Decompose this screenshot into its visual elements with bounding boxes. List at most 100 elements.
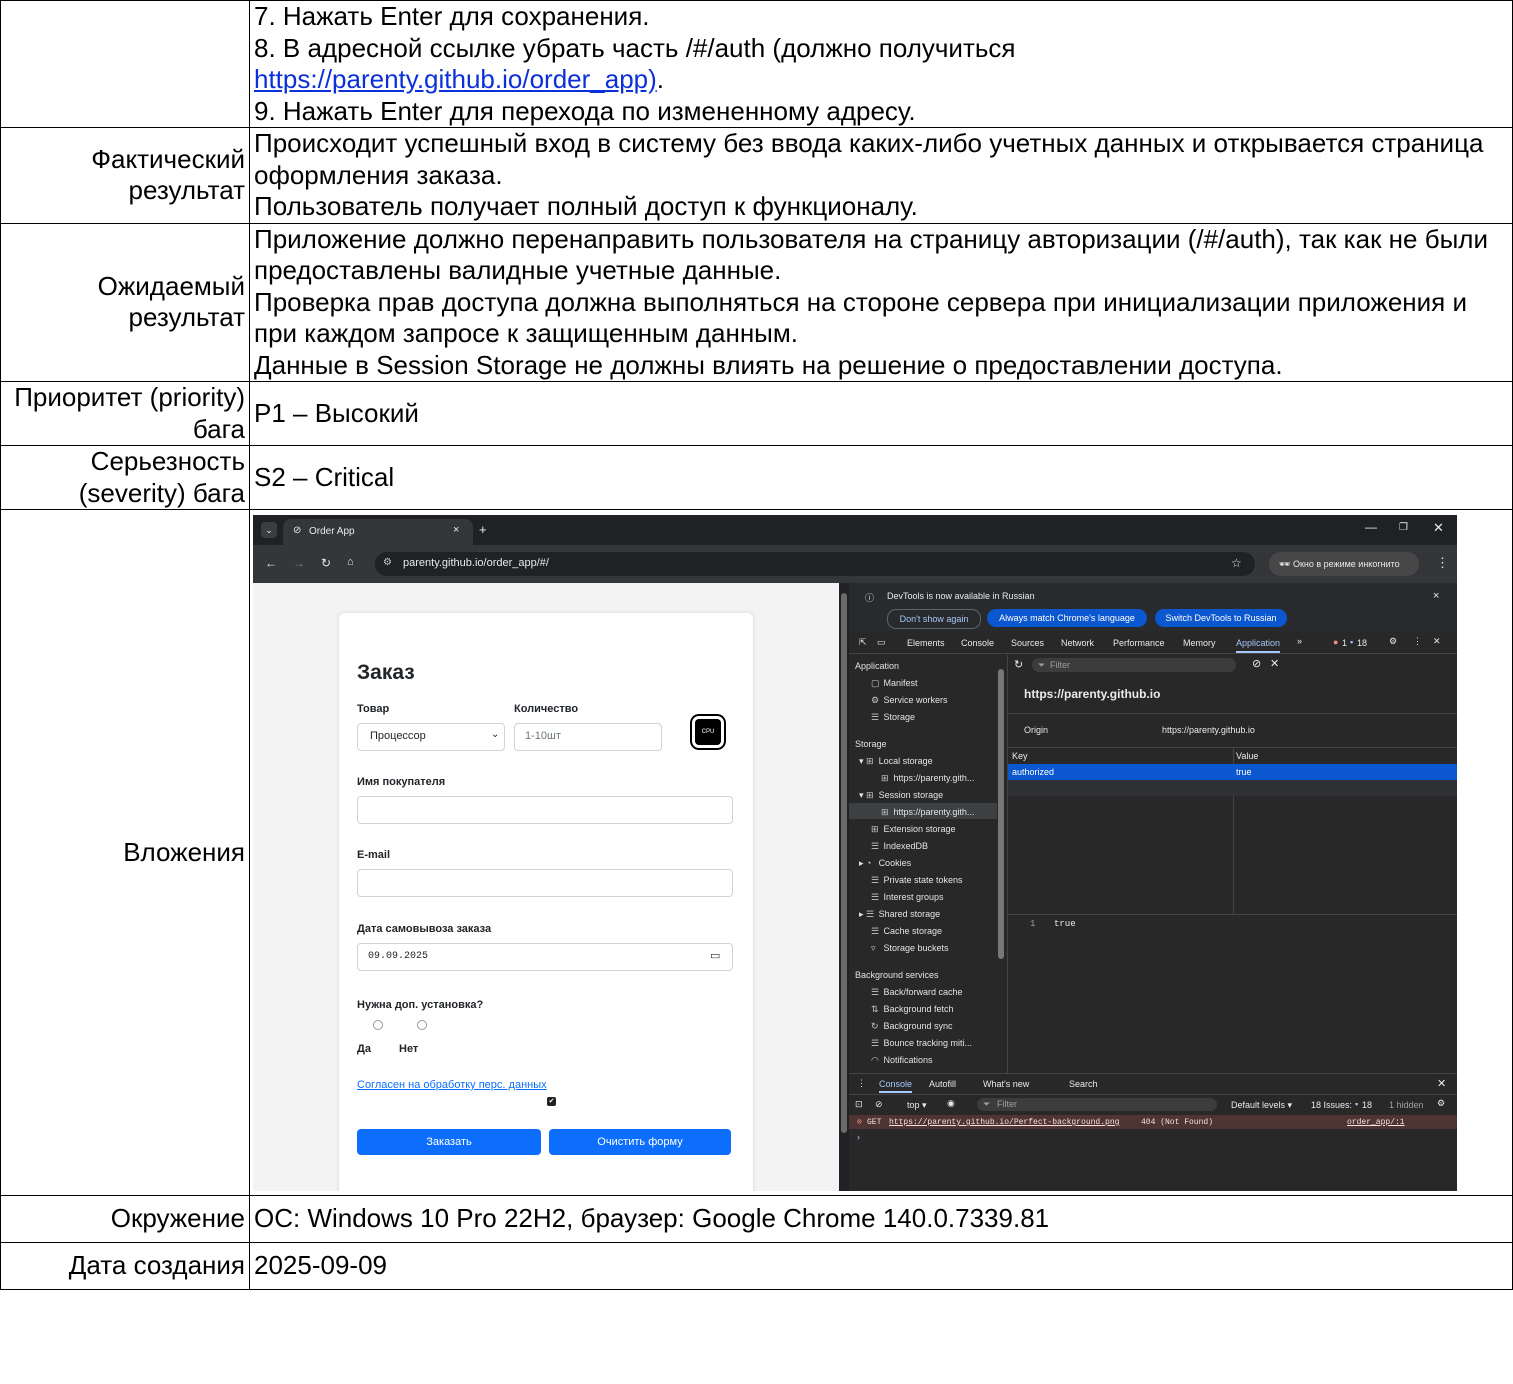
tree-shared-storage[interactable]: ▸ ☰ Shared storage xyxy=(859,909,940,920)
tree-local-storage[interactable]: ▾ ⊞ Local storage xyxy=(859,756,933,767)
tree-session-storage[interactable]: ▾ ⊞ Session storage xyxy=(859,790,943,801)
err-url[interactable]: https://parenty.github.io/Perfect-backgr… xyxy=(889,1118,1119,1127)
tree-bgfetch[interactable]: ⇅ Background fetch xyxy=(871,1004,954,1015)
reload-icon[interactable]: ↻ xyxy=(321,556,331,570)
tree-bfcache[interactable]: ☰ Back/forward cache xyxy=(871,987,963,998)
tree-interest-groups[interactable]: ☰ Interest groups xyxy=(871,892,944,903)
refresh-icon[interactable]: ↻ xyxy=(1014,658,1023,671)
date-input[interactable]: 09.09.2025 ▭ xyxy=(357,943,733,971)
page-scrollbar[interactable] xyxy=(839,583,849,1191)
calendar-icon[interactable]: ▭ xyxy=(710,949,720,962)
device-toolbar-icon[interactable]: ▭ xyxy=(877,637,886,648)
tab-network[interactable]: Network xyxy=(1061,638,1094,648)
settings-icon[interactable]: ⚙ xyxy=(1389,636,1397,647)
product-select[interactable]: Процессор ⌄ xyxy=(357,723,505,751)
tab-performance[interactable]: Performance xyxy=(1113,638,1165,648)
incognito-badge[interactable]: 🕶 Окно в режиме инкогнито xyxy=(1269,552,1419,576)
drawer-tab-autofill[interactable]: Autofill xyxy=(929,1079,956,1089)
error-icon[interactable]: ● xyxy=(1333,637,1338,647)
tab-memory[interactable]: Memory xyxy=(1183,638,1216,648)
clear-form-button[interactable]: Очистить форму xyxy=(549,1129,731,1155)
table-row-selected[interactable]: authorized true xyxy=(1008,764,1457,780)
drawer-tab-whats-new[interactable]: What's new xyxy=(983,1079,1029,1089)
severity-row: Серьезность (severity) бага S2 – Critica… xyxy=(0,445,1513,510)
tree-bounce[interactable]: ☰ Bounce tracking miti... xyxy=(871,1038,972,1049)
radio-yes[interactable] xyxy=(373,1020,383,1030)
more-tabs-icon[interactable]: » xyxy=(1297,636,1302,646)
console-filter-input[interactable]: ⏷ Filter xyxy=(977,1098,1217,1111)
context-select[interactable]: top ▾ xyxy=(907,1100,927,1111)
tree-notifications[interactable]: ◠ Notifications xyxy=(871,1055,933,1066)
qty-placeholder: 1-10шт xyxy=(525,730,561,742)
bookmark-star-icon[interactable]: ☆ xyxy=(1231,556,1242,570)
site-info-icon[interactable]: ⚙ xyxy=(383,557,392,568)
storage-filter-input[interactable]: ⏷ Filter xyxy=(1032,658,1236,672)
drawer-close-icon[interactable]: ✕ xyxy=(1437,1077,1446,1090)
console-settings-icon[interactable]: ⚙ xyxy=(1437,1098,1445,1109)
minimize-icon[interactable]: — xyxy=(1365,520,1377,534)
col-key-header[interactable]: Key xyxy=(1012,751,1028,761)
database-icon: ☰ xyxy=(866,909,875,919)
radio-no[interactable] xyxy=(417,1020,427,1030)
notice-close-icon[interactable]: × xyxy=(1433,590,1439,602)
sidebar-toggle-icon[interactable]: ⊡ xyxy=(855,1099,863,1110)
console-prompt-icon[interactable]: › xyxy=(857,1132,860,1142)
tree-private-tokens[interactable]: ☰ Private state tokens xyxy=(871,875,963,886)
tree-manifest[interactable]: ▢ Manifest xyxy=(871,678,918,689)
page-scrollbar-thumb[interactable] xyxy=(841,593,847,1133)
back-icon[interactable]: ← xyxy=(265,556,277,570)
tab-search-icon[interactable]: ⌄ xyxy=(261,522,277,538)
eye-icon[interactable]: ◉ xyxy=(947,1098,955,1109)
tree-service-workers[interactable]: ⚙ Service workers xyxy=(871,695,948,706)
tab-elements[interactable]: Elements xyxy=(907,638,945,648)
tree-storage[interactable]: ☰ Storage xyxy=(871,712,915,723)
tree-session-origin[interactable]: ⊞ https://parenty.gith... xyxy=(881,807,974,818)
switch-language-button[interactable]: Switch DevTools to Russian xyxy=(1155,609,1287,627)
order-button[interactable]: Заказать xyxy=(357,1129,541,1155)
clear-console-icon[interactable]: ⊘ xyxy=(875,1099,883,1110)
tree-local-origin[interactable]: ⊞ https://parenty.gith... xyxy=(881,773,974,784)
tree-extension-storage[interactable]: ⊞ Extension storage xyxy=(871,824,956,835)
forward-icon[interactable]: → xyxy=(293,556,305,570)
inspect-icon[interactable]: ⇱ xyxy=(859,637,867,648)
restore-icon[interactable]: ❐ xyxy=(1399,522,1408,533)
qty-input[interactable]: 1-10шт xyxy=(514,723,662,751)
tab-sources[interactable]: Sources xyxy=(1011,638,1044,648)
clear-all-icon[interactable]: ⊘ xyxy=(1252,657,1261,670)
tree-indexeddb[interactable]: ☰ IndexedDB xyxy=(871,841,928,852)
tree-bgsync[interactable]: ↻ Background sync xyxy=(871,1021,953,1032)
email-input[interactable] xyxy=(357,869,733,897)
chrome-menu-icon[interactable]: ⋮ xyxy=(1436,555,1449,571)
home-icon[interactable]: ⌂ xyxy=(347,556,354,568)
err-source[interactable]: order_app/:1 xyxy=(1347,1118,1405,1127)
consent-link[interactable]: Согласен на обработку перс. данных xyxy=(357,1079,547,1091)
created-value: 2025-09-09 xyxy=(249,1242,1513,1290)
consent-checkbox[interactable]: ✔ xyxy=(547,1097,556,1106)
order-app-link[interactable]: https://parenty.github.io/order_app) xyxy=(254,64,657,94)
levels-select[interactable]: Default levels ▾ xyxy=(1231,1100,1292,1111)
tab-console[interactable]: Console xyxy=(961,638,994,648)
drawer-tab-console[interactable]: Console xyxy=(879,1079,913,1093)
tree-storage-buckets[interactable]: ▿ Storage buckets xyxy=(871,943,949,954)
tab-application[interactable]: Application xyxy=(1236,638,1281,653)
message-icon[interactable]: ▪ xyxy=(1350,637,1353,647)
delete-selected-icon[interactable]: ✕ xyxy=(1270,657,1279,670)
window-close-icon[interactable]: ✕ xyxy=(1433,520,1444,536)
name-input[interactable] xyxy=(357,796,733,824)
devtools-menu-icon[interactable]: ⋮ xyxy=(1413,636,1422,647)
devtools-close-icon[interactable]: ✕ xyxy=(1433,636,1441,647)
drawer-tab-search[interactable]: Search xyxy=(1069,1079,1098,1089)
sidebar-scrollbar[interactable] xyxy=(997,655,1005,1073)
dont-show-button[interactable]: Don't show again xyxy=(887,609,981,629)
browser-tab[interactable]: ⊘ Order App × xyxy=(283,519,473,545)
url-field[interactable]: ⚙ parenty.github.io/order_app/#/ ☆ xyxy=(375,552,1255,576)
tree-cookies[interactable]: ▸ ◔ Cookies xyxy=(859,858,911,869)
issues-label[interactable]: 18 Issues: xyxy=(1311,1100,1352,1110)
sidebar-scrollbar-thumb[interactable] xyxy=(998,669,1004,959)
drawer-menu-icon[interactable]: ⋮ xyxy=(857,1078,866,1089)
match-language-button[interactable]: Always match Chrome's language xyxy=(987,609,1147,627)
col-value-header[interactable]: Value xyxy=(1236,751,1258,761)
new-tab-icon[interactable]: + xyxy=(479,522,487,537)
tree-cache-storage[interactable]: ☰ Cache storage xyxy=(871,926,942,937)
tab-close-icon[interactable]: × xyxy=(453,524,459,536)
